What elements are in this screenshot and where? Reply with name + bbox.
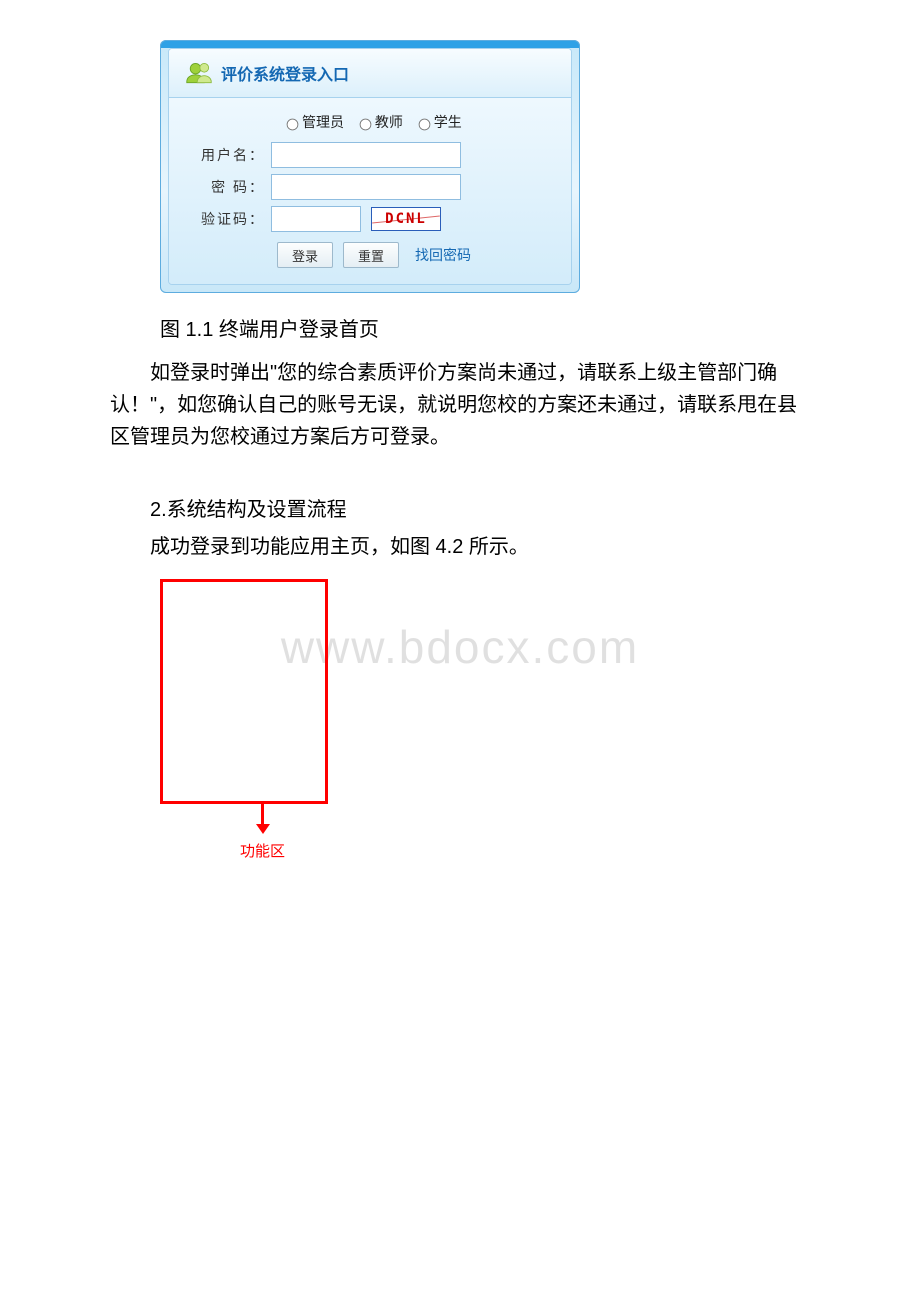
heading-2: 2.系统结构及设置流程 bbox=[110, 493, 810, 522]
username-input[interactable] bbox=[271, 142, 461, 168]
diagram-region: 功能区 bbox=[160, 579, 330, 859]
role-admin-radio[interactable] bbox=[287, 119, 299, 131]
role-row: 管理员 教师 学生 bbox=[191, 112, 549, 132]
role-student-label[interactable]: 学生 bbox=[413, 114, 462, 130]
watermark-text: www.bdocx.com bbox=[281, 620, 639, 674]
username-row: 用户名： bbox=[191, 142, 549, 168]
captcha-input[interactable] bbox=[271, 206, 361, 232]
captcha-label: 验证码： bbox=[191, 209, 271, 229]
paragraph-2: 成功登录到功能应用主页，如图 4.2 所示。 bbox=[110, 530, 810, 559]
password-input[interactable] bbox=[271, 174, 461, 200]
login-button[interactable]: 登录 bbox=[277, 242, 333, 268]
button-row: 登录 重置 找回密码 bbox=[191, 242, 549, 268]
login-panel: 评价系统登录入口 管理员 教师 学生 用户名： 密 码： 验证码： DCNL bbox=[160, 40, 580, 293]
users-icon bbox=[185, 59, 213, 87]
captcha-image[interactable]: DCNL bbox=[371, 207, 441, 231]
captcha-row: 验证码： DCNL bbox=[191, 206, 549, 232]
role-teacher-label[interactable]: 教师 bbox=[354, 114, 403, 130]
login-body: 管理员 教师 学生 用户名： 密 码： 验证码： DCNL 登录 重置 找回密码 bbox=[169, 98, 571, 284]
diagram-box bbox=[160, 579, 328, 804]
role-student-text: 学生 bbox=[434, 114, 462, 130]
diagram-arrow: 功能区 bbox=[240, 804, 285, 861]
role-admin-label[interactable]: 管理员 bbox=[281, 114, 344, 130]
diagram-label: 功能区 bbox=[240, 840, 285, 861]
role-teacher-radio[interactable] bbox=[360, 119, 372, 131]
password-label: 密 码： bbox=[191, 177, 271, 197]
login-header: 评价系统登录入口 bbox=[169, 49, 571, 98]
paragraph-1: 如登录时弹出"您的综合素质评价方案尚未通过，请联系上级主管部门确认！"，如您确认… bbox=[110, 357, 810, 453]
forgot-password-link[interactable]: 找回密码 bbox=[415, 245, 471, 265]
role-admin-text: 管理员 bbox=[302, 114, 344, 130]
username-label: 用户名： bbox=[191, 145, 271, 165]
figure-caption: 图 1.1 终端用户登录首页 bbox=[160, 313, 880, 342]
login-title: 评价系统登录入口 bbox=[221, 61, 349, 85]
role-teacher-text: 教师 bbox=[375, 114, 403, 130]
reset-button[interactable]: 重置 bbox=[343, 242, 399, 268]
role-student-radio[interactable] bbox=[418, 119, 430, 131]
arrow-icon bbox=[261, 804, 264, 824]
arrow-head-icon bbox=[256, 824, 270, 834]
login-inner: 评价系统登录入口 管理员 教师 学生 用户名： 密 码： 验证码： DCNL bbox=[168, 48, 572, 285]
password-row: 密 码： bbox=[191, 174, 549, 200]
